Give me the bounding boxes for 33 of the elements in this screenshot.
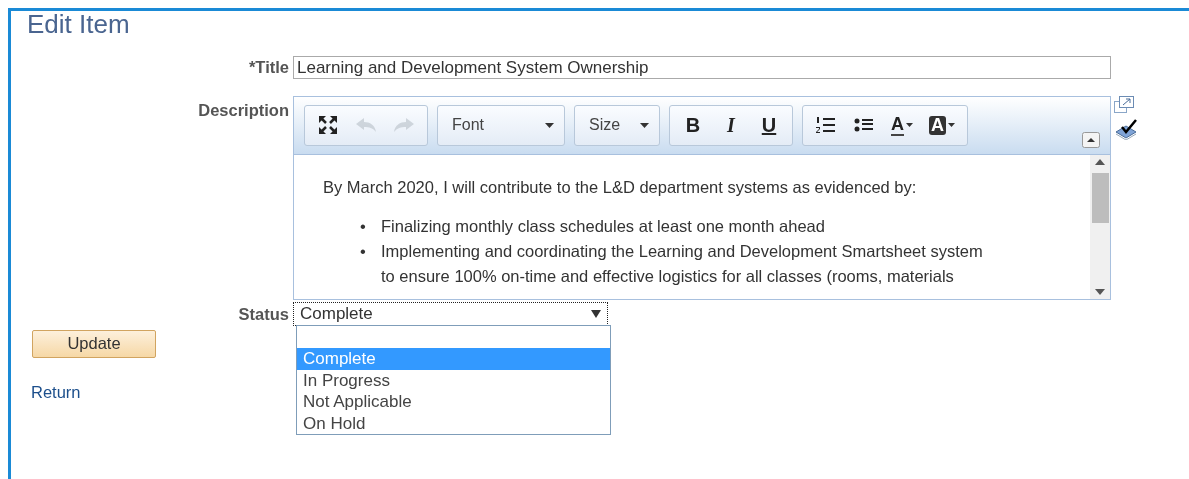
paragraph: By March 2020, I will contribute to the L&D department systems as evidenced by: [323, 176, 918, 198]
status-dropdown[interactable]: Complete [293, 302, 608, 327]
caret-icon [545, 122, 554, 128]
bold-button[interactable]: B [674, 111, 712, 140]
field-label: Description [197, 99, 290, 121]
list-item: Finalizing monthly class schedules at least one month ahead [381, 215, 825, 237]
dropdown-option[interactable]: In Progress [297, 369, 610, 391]
background-color-button[interactable]: A [921, 111, 963, 140]
toolbar-dropdown[interactable]: Size [575, 106, 659, 145]
toolbar-dropdown[interactable]: Font [438, 106, 564, 145]
scrollbar[interactable] [1090, 154, 1110, 299]
caret-icon [640, 122, 649, 128]
bullet-marker: • [360, 215, 367, 237]
collapse-toolbar-icon[interactable] [1082, 131, 1100, 148]
title-field[interactable]: Learning and Development System Ownership [293, 55, 1111, 79]
dropdown-option[interactable]: On Hold [297, 412, 610, 434]
caret-icon [948, 123, 955, 128]
field-label: *Title [247, 57, 290, 78]
dropdown-option[interactable]: Not Applicable [297, 391, 610, 413]
caret-icon [591, 310, 601, 319]
scroll-up-icon[interactable] [1095, 158, 1105, 165]
field-label: Status [237, 303, 290, 325]
page-title: Edit Item [27, 11, 131, 37]
underline-button[interactable]: U [750, 111, 788, 140]
return-link[interactable]: Return [31, 382, 81, 401]
text-color-button[interactable]: A [883, 111, 921, 140]
update-button[interactable]: Update [32, 329, 156, 358]
spellcheck-icon[interactable] [1114, 117, 1138, 140]
italic-button[interactable]: I [712, 111, 750, 140]
list-item: Implementing and coordinating the Learning and Development Smartsheet system to ensure 100% on-time and effective logistics for all classes (rooms, materials [381, 240, 984, 287]
caret-icon [906, 123, 913, 128]
scroll-down-icon[interactable] [1095, 288, 1105, 295]
bullet-marker: • [360, 240, 367, 262]
